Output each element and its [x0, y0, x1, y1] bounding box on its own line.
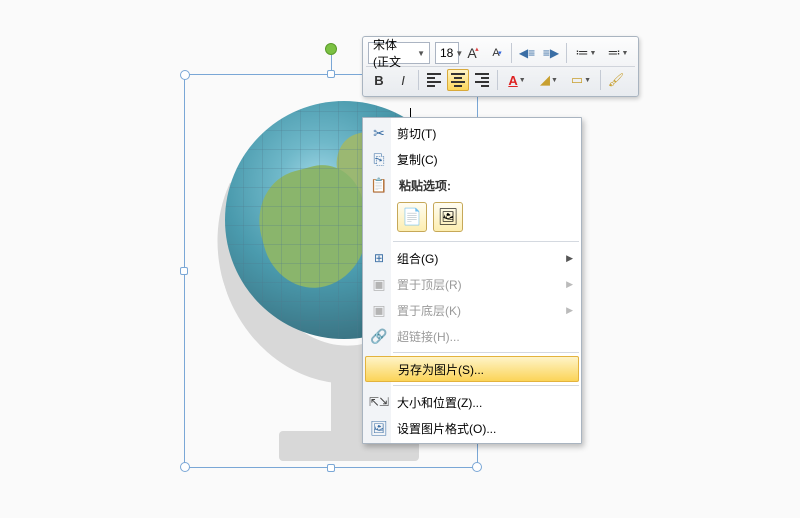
font-family-value: 宋体 (正文	[373, 36, 415, 70]
numbering-icon: ≕	[608, 45, 621, 61]
menu-cut-label: 剪切(T)	[397, 125, 573, 142]
chevron-down-icon: ▼	[417, 49, 425, 58]
paintbrush-icon: 🖌	[608, 72, 625, 88]
menu-format-picture[interactable]: 🖼 设置图片格式(O)...	[363, 415, 581, 441]
bullets-icon: ≔	[576, 45, 589, 61]
bullets-button[interactable]: ≔▼	[571, 42, 601, 64]
paste-options-row: 📄 🖼	[363, 198, 581, 238]
resize-handle-bottom-right[interactable]	[472, 462, 482, 472]
chevron-down-icon: ▼	[584, 77, 591, 84]
font-size-value: 18	[440, 46, 453, 60]
menu-group[interactable]: ⊞ 组合(G) ▶	[363, 245, 581, 271]
menu-size-position-label: 大小和位置(Z)...	[397, 394, 573, 411]
align-left-icon	[427, 73, 441, 87]
menu-format-picture-label: 设置图片格式(O)...	[397, 420, 573, 437]
submenu-arrow-icon: ▶	[566, 305, 573, 316]
submenu-arrow-icon: ▶	[566, 279, 573, 290]
menu-separator	[393, 385, 579, 386]
decrease-indent-button[interactable]: ◀≡	[516, 42, 538, 64]
resize-handle-bottom[interactable]	[327, 464, 335, 472]
format-picture-icon: 🖼	[367, 417, 391, 439]
grow-font-button[interactable]: A	[461, 42, 483, 64]
paste-option-text[interactable]: 📄	[397, 202, 427, 232]
menu-group-label: 组合(G)	[397, 250, 566, 267]
numbering-button[interactable]: ≕▼	[603, 42, 633, 64]
menu-separator	[393, 352, 579, 353]
shape-outline-button[interactable]: ▭▼	[566, 69, 596, 91]
group-icon: ⊞	[367, 247, 391, 269]
clipboard-icon: 📋	[367, 174, 391, 196]
size-position-icon: ⇱⇲	[367, 391, 391, 413]
menu-size-position[interactable]: ⇱⇲ 大小和位置(Z)...	[363, 389, 581, 415]
resize-handle-top-left[interactable]	[180, 70, 190, 80]
bring-front-icon: ▣	[367, 273, 391, 295]
context-menu: ✂ 剪切(T) ⎘ 复制(C) 📋 粘贴选项: 📄 🖼 ⊞ 组合(G) ▶ ▣ …	[362, 117, 582, 444]
italic-button[interactable]: I	[392, 69, 414, 91]
increase-indent-icon: ≡▶	[543, 46, 559, 60]
scissors-icon: ✂	[367, 122, 391, 144]
align-left-button[interactable]	[423, 69, 445, 91]
mini-format-toolbar: 宋体 (正文 ▼ 18 ▼ A A ◀≡ ≡▶ ≔▼ ≕▼ B I A▼ ◢▼ …	[362, 36, 639, 97]
align-right-icon	[475, 73, 489, 87]
align-center-button[interactable]	[447, 69, 469, 91]
resize-handle-bottom-left[interactable]	[180, 462, 190, 472]
font-color-button[interactable]: A▼	[502, 69, 532, 91]
shrink-font-button[interactable]: A	[485, 42, 507, 64]
grow-font-icon: A	[467, 45, 476, 61]
menu-cut[interactable]: ✂ 剪切(T)	[363, 120, 581, 146]
align-right-button[interactable]	[471, 69, 493, 91]
menu-copy[interactable]: ⎘ 复制(C)	[363, 146, 581, 172]
paste-options-label: 粘贴选项:	[397, 177, 573, 194]
menu-hyperlink-label: 超链接(H)...	[397, 328, 573, 345]
menu-bring-front-label: 置于顶层(R)	[397, 276, 566, 293]
font-color-icon: A	[508, 73, 517, 88]
menu-paste-options-header: 📋 粘贴选项:	[363, 172, 581, 198]
separator	[497, 70, 498, 90]
copy-icon: ⎘	[367, 148, 391, 170]
chevron-down-icon: ▼	[622, 50, 629, 57]
shrink-font-icon: A	[492, 47, 499, 59]
paint-bucket-icon: ◢	[540, 72, 550, 88]
chevron-down-icon: ▼	[590, 50, 597, 57]
chevron-down-icon: ▼	[551, 77, 558, 84]
menu-bring-front: ▣ 置于顶层(R) ▶	[363, 271, 581, 297]
decrease-indent-icon: ◀≡	[519, 46, 535, 60]
shape-fill-button[interactable]: ◢▼	[534, 69, 564, 91]
rotation-handle[interactable]	[325, 43, 337, 55]
bold-button[interactable]: B	[368, 69, 390, 91]
font-size-select[interactable]: 18 ▼	[435, 42, 459, 64]
menu-save-as-picture-label: 另存为图片(S)...	[398, 361, 572, 378]
menu-send-back-label: 置于底层(K)	[397, 302, 566, 319]
send-back-icon: ▣	[367, 299, 391, 321]
chevron-down-icon: ▼	[519, 77, 526, 84]
paste-option-picture[interactable]: 🖼	[433, 202, 463, 232]
resize-handle-left[interactable]	[180, 267, 188, 275]
menu-separator	[393, 241, 579, 242]
menu-save-as-picture[interactable]: 另存为图片(S)...	[365, 356, 579, 382]
separator	[418, 70, 419, 90]
clipboard-picture-icon: 🖼	[438, 207, 458, 227]
align-center-icon	[451, 73, 465, 87]
menu-copy-label: 复制(C)	[397, 151, 573, 168]
submenu-arrow-icon: ▶	[566, 253, 573, 264]
italic-icon: I	[401, 73, 405, 88]
bold-icon: B	[374, 73, 383, 88]
format-painter-button[interactable]: 🖌	[605, 69, 627, 91]
resize-handle-top[interactable]	[327, 70, 335, 78]
separator	[511, 43, 512, 63]
menu-hyperlink: 🔗 超链接(H)...	[363, 323, 581, 349]
increase-indent-button[interactable]: ≡▶	[540, 42, 562, 64]
save-icon	[368, 358, 392, 380]
clipboard-text-icon: 📄	[402, 207, 422, 227]
menu-send-back: ▣ 置于底层(K) ▶	[363, 297, 581, 323]
hyperlink-icon: 🔗	[367, 325, 391, 347]
font-family-select[interactable]: 宋体 (正文 ▼	[368, 42, 430, 64]
separator	[600, 70, 601, 90]
separator	[566, 43, 567, 63]
outline-icon: ▭	[571, 72, 583, 88]
